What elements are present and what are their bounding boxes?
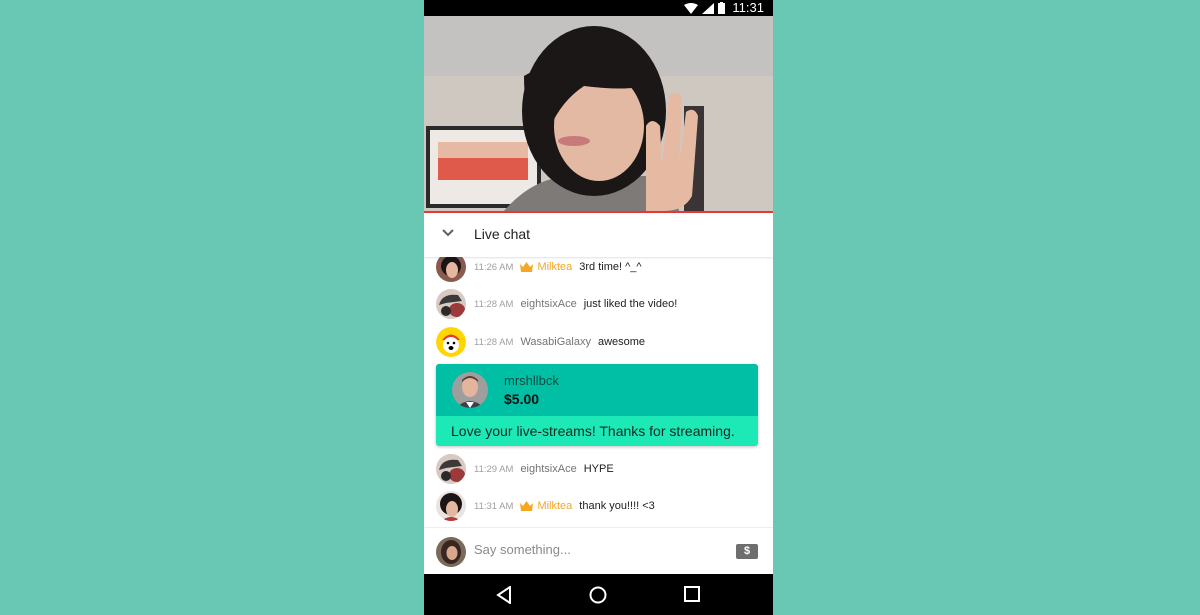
message-text: 3rd time! ^_^: [579, 261, 642, 273]
wifi-icon: [684, 2, 698, 14]
battery-icon: [718, 2, 725, 14]
phone-screen: 11:31 Live chat 11:26 AM Milktea 3rd tim…: [424, 0, 773, 615]
home-icon[interactable]: [589, 586, 607, 604]
status-bar: 11:31: [424, 0, 773, 16]
message-author[interactable]: Milktea: [537, 500, 572, 512]
message-time: 11:28 AM: [474, 336, 514, 348]
chat-message: 11:31 AM Milktea thank you!!!! <3: [436, 490, 655, 522]
dollar-icon: $: [743, 545, 751, 557]
crown-icon: [520, 262, 534, 272]
message-author[interactable]: Milktea: [537, 261, 572, 273]
super-chat-message: Love your live-streams! Thanks for strea…: [436, 416, 758, 446]
super-chat-amount: $5.00: [504, 391, 540, 407]
chat-message: 11:28 AM eightsixAce just liked the vide…: [436, 288, 677, 320]
chat-message: 11:29 AM eightsixAce HYPE: [436, 453, 614, 485]
android-nav-bar: [424, 574, 773, 615]
message-time: 11:31 AM: [474, 500, 514, 512]
message-text: HYPE: [583, 463, 614, 475]
message-author[interactable]: WasabiGalaxy: [520, 336, 591, 348]
avatar[interactable]: [436, 454, 466, 484]
avatar[interactable]: [436, 289, 466, 319]
chat-message: 11:26 AM Milktea 3rd time! ^_^: [436, 257, 642, 283]
message-author[interactable]: eightsixAce: [520, 298, 576, 310]
current-user-avatar[interactable]: [436, 537, 466, 567]
chat-title: Live chat: [474, 226, 531, 242]
super-chat-header: mrshllbck $5.00: [436, 364, 758, 416]
message-author[interactable]: eightsixAce: [520, 463, 576, 475]
message-text: just liked the video!: [583, 298, 678, 310]
chat-input[interactable]: [474, 542, 694, 557]
chat-header: Live chat: [424, 213, 773, 257]
avatar[interactable]: [436, 491, 466, 521]
message-time: 11:26 AM: [474, 261, 514, 273]
avatar[interactable]: [436, 257, 466, 282]
signal-icon: [702, 2, 714, 14]
back-icon[interactable]: [496, 586, 512, 604]
super-chat-author[interactable]: mrshllbck: [504, 373, 559, 388]
chat-composer: $: [424, 527, 773, 575]
message-time: 11:28 AM: [474, 298, 514, 310]
message-text: awesome: [597, 336, 646, 348]
recents-icon[interactable]: [684, 586, 700, 602]
chat-message-list[interactable]: 11:26 AM Milktea 3rd time! ^_^ 11:28 AM …: [424, 257, 773, 527]
message-time: 11:29 AM: [474, 463, 514, 475]
avatar[interactable]: [436, 327, 466, 357]
super-chat-avatar[interactable]: [452, 372, 488, 408]
super-chat-card[interactable]: mrshllbck $5.00 Love your live-streams! …: [436, 364, 758, 446]
video-frame: [424, 16, 773, 211]
chevron-down-icon[interactable]: [442, 229, 454, 237]
status-time: 11:31: [732, 0, 764, 15]
message-text: thank you!!!! <3: [579, 500, 655, 512]
crown-icon: [520, 501, 534, 511]
live-video-player[interactable]: [424, 16, 773, 211]
chat-message: 11:28 AM WasabiGalaxy awesome: [436, 326, 645, 358]
super-chat-dollar-button[interactable]: $: [736, 544, 758, 559]
